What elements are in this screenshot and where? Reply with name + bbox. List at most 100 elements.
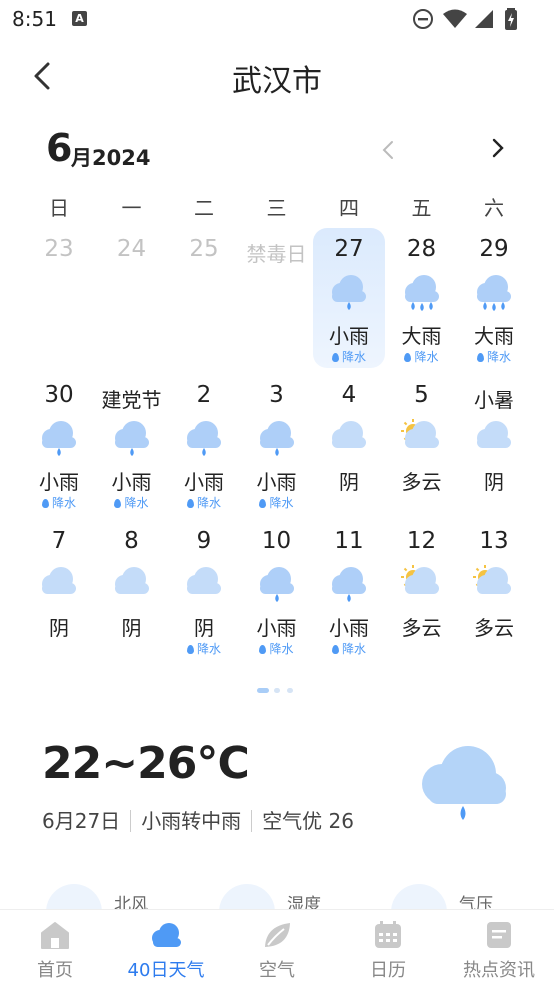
heavy-rain-icon bbox=[477, 275, 511, 311]
weather-label: 小雨 bbox=[184, 470, 224, 494]
precipitation-label: 降水 bbox=[386, 348, 458, 365]
weather-label: 小雨 bbox=[256, 616, 297, 640]
calendar-day[interactable]: 29 大雨 降水 bbox=[458, 228, 530, 368]
light-rain-icon bbox=[332, 567, 366, 602]
news-icon bbox=[487, 922, 511, 948]
light-rain-icon bbox=[259, 421, 294, 456]
detail-label: 湿度 bbox=[287, 895, 321, 910]
precipitation-label: 降水 bbox=[458, 348, 530, 365]
precipitation-text: 降水 bbox=[269, 496, 294, 510]
day-label: 8 bbox=[124, 528, 139, 554]
cloudy-icon bbox=[114, 567, 149, 594]
pressure-icon bbox=[391, 884, 447, 910]
calendar-day[interactable]: 4阴 bbox=[313, 374, 385, 514]
divider bbox=[251, 810, 253, 832]
nav-home[interactable]: 首页 bbox=[0, 910, 110, 984]
page-dot-active bbox=[257, 688, 269, 693]
detail-label: 气压 bbox=[459, 895, 493, 910]
nav-news[interactable]: 热点资讯 bbox=[444, 910, 554, 984]
calendar-day[interactable]: 25 bbox=[168, 228, 240, 368]
day-label: 23 bbox=[44, 236, 74, 262]
wifi-icon bbox=[443, 9, 467, 28]
weekday-label: 四 bbox=[339, 196, 359, 220]
calendar-day[interactable]: 30 小雨 降水 bbox=[23, 374, 95, 514]
precipitation-text: 降水 bbox=[124, 496, 149, 510]
prev-month-button[interactable] bbox=[376, 134, 400, 166]
nav-40day-weather[interactable]: 40日天气 bbox=[111, 910, 221, 984]
weather-label: 阴 bbox=[121, 616, 142, 640]
calendar-day[interactable]: 11 小雨 降水 bbox=[313, 520, 385, 660]
calendar-day[interactable]: 3 小雨 降水 bbox=[241, 374, 313, 514]
cloudy-icon bbox=[332, 421, 366, 448]
water-drop-icon bbox=[331, 645, 339, 654]
calendar-day[interactable]: 27 小雨 降水 bbox=[313, 228, 385, 368]
water-drop-icon bbox=[476, 353, 484, 362]
summary-date: 6月27日 bbox=[42, 809, 121, 833]
calendar-day[interactable]: 24 bbox=[96, 228, 168, 368]
temperature-range: 22~26℃ bbox=[42, 738, 250, 789]
precipitation-label: 降水 bbox=[313, 640, 385, 657]
weather-label: 多云 bbox=[474, 616, 514, 640]
pressure-detail[interactable]: 气压 bbox=[391, 880, 531, 910]
precipitation-text: 降水 bbox=[486, 350, 511, 364]
humidity-detail[interactable]: 湿度 bbox=[219, 880, 359, 910]
battery-icon bbox=[505, 8, 517, 30]
water-drop-icon bbox=[114, 499, 122, 508]
day-label: 建党节 bbox=[101, 388, 162, 412]
calendar-day[interactable]: 13 多云 bbox=[458, 520, 530, 660]
calendar-day[interactable]: 28 大雨 降水 bbox=[386, 228, 458, 368]
water-drop-icon bbox=[186, 645, 194, 654]
calendar-day[interactable]: 10 小雨 降水 bbox=[241, 520, 313, 660]
calendar-day[interactable]: 禁毒日 bbox=[241, 228, 313, 368]
humidity-icon bbox=[219, 884, 275, 910]
light-rain-icon bbox=[114, 421, 149, 456]
leaf-icon bbox=[265, 923, 290, 947]
precipitation-text: 降水 bbox=[341, 642, 366, 656]
home-icon bbox=[41, 922, 69, 949]
nav-air[interactable]: 空气 bbox=[222, 910, 332, 984]
next-month-button[interactable] bbox=[486, 132, 510, 164]
calendar-day[interactable]: 5 多云 bbox=[386, 374, 458, 514]
weekday-label: 三 bbox=[266, 196, 287, 220]
water-drop-icon bbox=[41, 499, 49, 508]
precipitation-text: 降水 bbox=[414, 350, 439, 364]
weather-label: 阴 bbox=[194, 616, 214, 640]
weather-label: 大雨 bbox=[474, 324, 514, 348]
cloudy-icon bbox=[42, 567, 76, 594]
weather-label: 小雨 bbox=[111, 470, 152, 494]
day-label: 10 bbox=[261, 528, 292, 554]
weather-label: 小雨 bbox=[256, 470, 297, 494]
wind-detail[interactable]: 北风 bbox=[46, 880, 186, 910]
calendar-day[interactable]: 9 阴降水 bbox=[168, 520, 240, 660]
day-label: 28 bbox=[406, 236, 437, 262]
water-drop-icon bbox=[186, 499, 194, 508]
partly-cloudy-icon bbox=[400, 419, 439, 448]
page-title: 武汉市 bbox=[232, 64, 322, 99]
precipitation-text: 降水 bbox=[196, 496, 221, 510]
calendar-day[interactable]: 23 bbox=[23, 228, 95, 368]
nav-calendar[interactable]: 日历 bbox=[333, 910, 443, 984]
calendar-day[interactable]: 8阴 bbox=[96, 520, 168, 660]
precipitation-label: 降水 bbox=[241, 640, 313, 657]
precipitation-label: 降水 bbox=[96, 494, 168, 511]
nav-label: 首页 bbox=[37, 960, 73, 981]
day-label: 12 bbox=[406, 528, 437, 554]
calendar-day[interactable]: 小暑阴 bbox=[458, 374, 530, 514]
day-label: 9 bbox=[196, 528, 212, 554]
calendar-day[interactable]: 建党节小雨降水 bbox=[96, 374, 168, 514]
page-dot bbox=[274, 688, 280, 693]
nav-label: 40日天气 bbox=[127, 960, 205, 981]
calendar-day[interactable]: 7阴 bbox=[23, 520, 95, 660]
chevron-left-icon bbox=[382, 141, 393, 159]
calendar-day[interactable]: 12 多云 bbox=[386, 520, 458, 660]
weather-label: 小雨 bbox=[39, 470, 79, 494]
rain-cloud-icon bbox=[422, 746, 506, 820]
chevron-right-icon bbox=[492, 138, 504, 158]
light-rain-icon bbox=[259, 567, 294, 602]
weather-label: 阴 bbox=[49, 616, 69, 640]
weather-label: 阴 bbox=[484, 470, 504, 494]
calendar-day[interactable]: 2 小雨 降水 bbox=[168, 374, 240, 514]
heavy-rain-icon bbox=[404, 275, 439, 311]
nav-label: 热点资讯 bbox=[463, 960, 535, 981]
precipitation-text: 降水 bbox=[51, 496, 76, 510]
